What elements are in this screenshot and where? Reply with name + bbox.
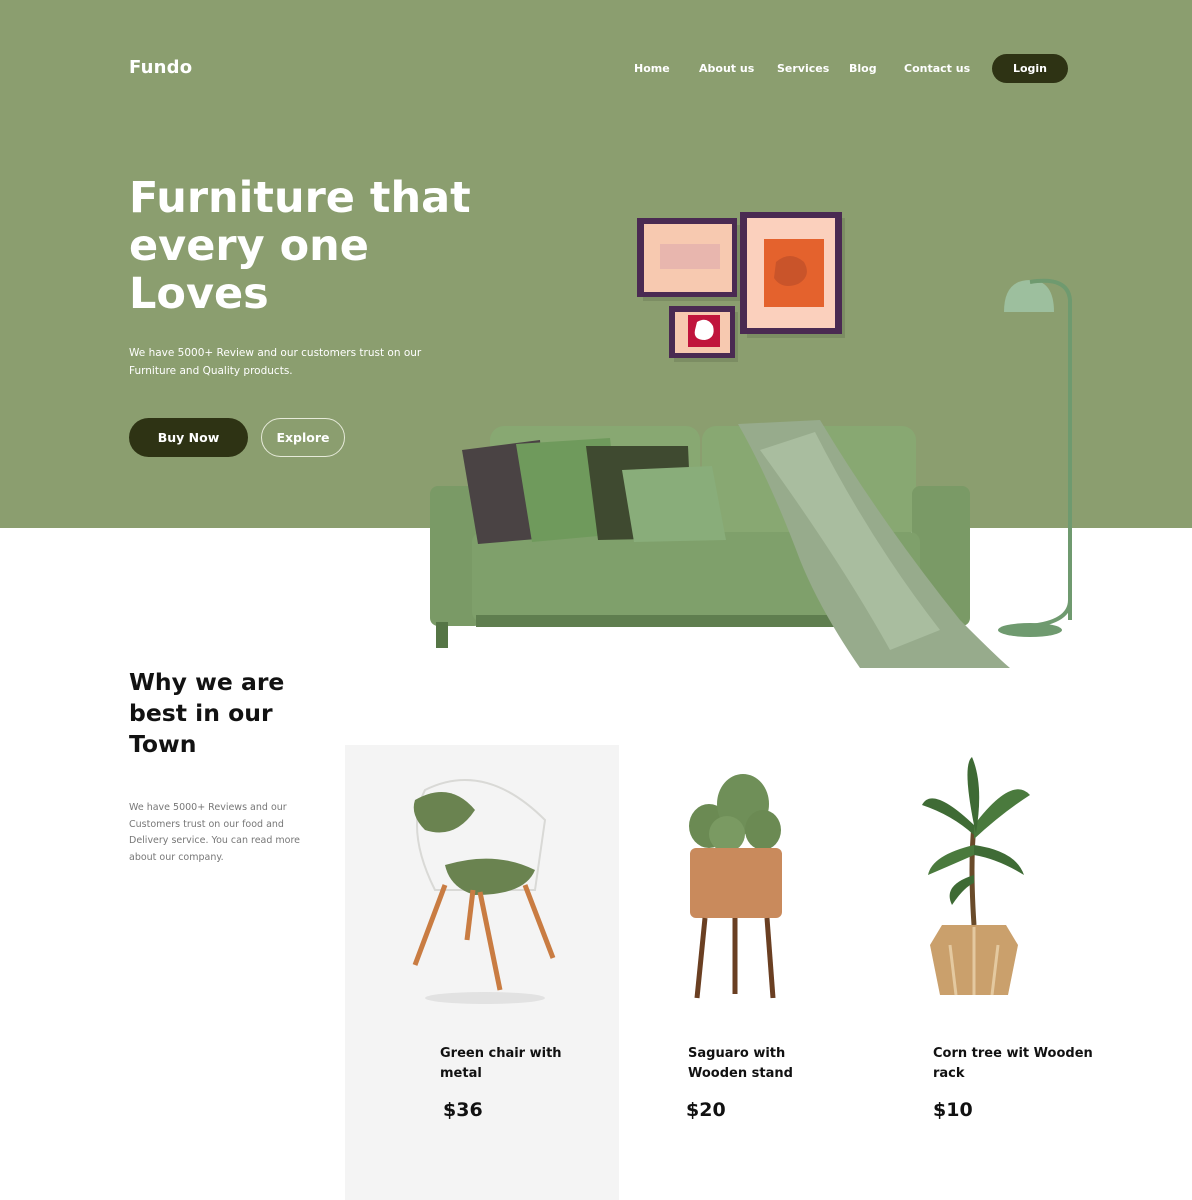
product-price: $36	[443, 1099, 483, 1121]
floor-lamp-illustration	[998, 278, 1072, 637]
product-name[interactable]: Corn tree wit Wooden rack	[933, 1044, 1093, 1084]
sofa-illustration	[430, 420, 1010, 668]
product-name[interactable]: Saguaro with Wooden stand	[688, 1044, 848, 1084]
product-name[interactable]: Green chair with metal	[440, 1044, 600, 1084]
why-section-title: Why we are best in our Town	[129, 668, 285, 758]
corn-tree-plant-image[interactable]	[912, 755, 1042, 1005]
saguaro-cactus-image[interactable]	[675, 770, 795, 1010]
product-price: $10	[933, 1099, 973, 1121]
product-price: $20	[686, 1099, 726, 1121]
why-section-text: We have 5000+ Reviews and our Customers …	[129, 802, 301, 863]
green-chair-image[interactable]	[395, 770, 575, 1010]
